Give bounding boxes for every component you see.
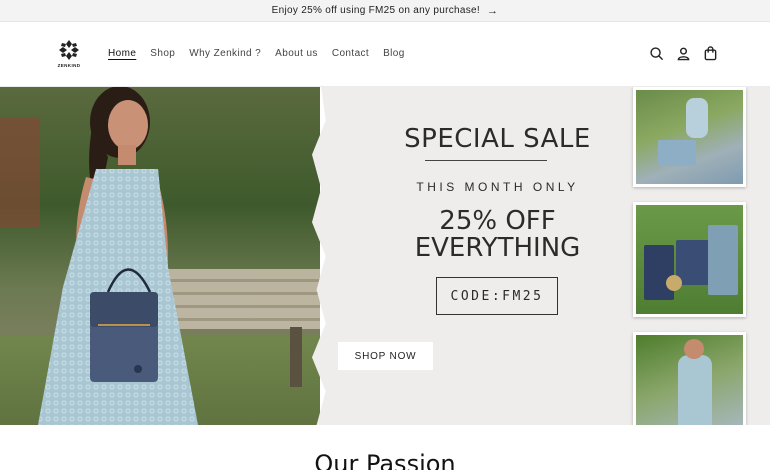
site-header: ZENKIND Home Shop Why Zenkind ? About us… <box>0 22 770 87</box>
product-thumbnail-2 <box>633 202 746 317</box>
account-icon[interactable] <box>676 46 691 61</box>
cart-icon[interactable] <box>703 46 718 61</box>
logo[interactable]: ZENKIND <box>56 39 82 71</box>
nav-about-us[interactable]: About us <box>275 48 318 59</box>
product-thumbnail-1 <box>633 87 746 187</box>
main-nav: Home Shop Why Zenkind ? About us Contact… <box>108 48 405 59</box>
nav-why-zenkind[interactable]: Why Zenkind ? <box>189 48 261 59</box>
logo-mark-icon <box>59 40 79 60</box>
promo-code-box: CODE:FM25 <box>436 277 558 315</box>
shop-now-button[interactable]: SHOP NOW <box>338 342 433 370</box>
nav-contact[interactable]: Contact <box>332 48 369 59</box>
sale-title: SPECIAL SALE <box>404 124 591 154</box>
header-icons <box>649 46 718 61</box>
product-thumbnail-3 <box>633 332 746 425</box>
announcement-text: Enjoy 25% off using FM25 on any purchase… <box>271 5 481 16</box>
sale-subtitle: THIS MONTH ONLY <box>416 180 579 194</box>
offer-line-1: 25% OFF <box>439 206 556 236</box>
section-heading: Our Passion <box>314 450 456 470</box>
hero-banner[interactable]: SPECIAL SALE THIS MONTH ONLY 25% OFF EVE… <box>0 87 770 425</box>
announcement-bar[interactable]: Enjoy 25% off using FM25 on any purchase… <box>0 0 770 22</box>
offer-line-2: EVERYTHING <box>414 233 581 263</box>
nav-blog[interactable]: Blog <box>383 48 405 59</box>
nav-home[interactable]: Home <box>108 48 136 59</box>
nav-shop[interactable]: Shop <box>150 48 175 59</box>
logo-text: ZENKIND <box>57 63 81 68</box>
model-figure-image <box>38 87 198 425</box>
arrow-right-icon: → <box>487 4 499 17</box>
search-icon[interactable] <box>649 46 664 61</box>
sale-offer: 25% OFF EVERYTHING <box>385 208 610 262</box>
hero-photo <box>0 87 320 425</box>
title-divider <box>425 160 547 161</box>
